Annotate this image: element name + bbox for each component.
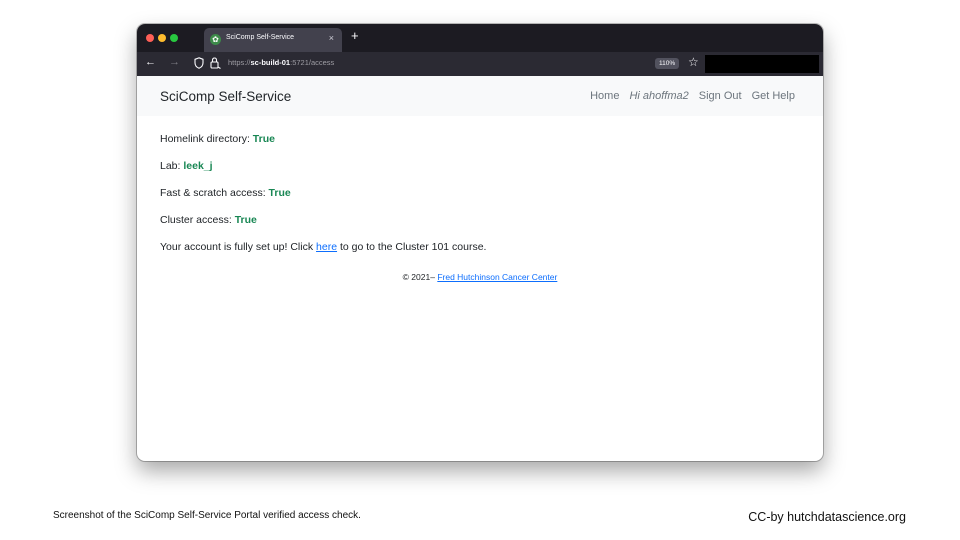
scratch-label: Fast & scratch access:: [160, 187, 266, 199]
org-link[interactable]: Fred Hutchinson Cancer Center: [437, 272, 557, 282]
slide-caption: Screenshot of the SciComp Self-Service P…: [53, 510, 361, 521]
address-bar[interactable]: https://sc-build-01:5721/access: [228, 58, 334, 67]
url-path: :5721/access: [290, 58, 335, 67]
homelink-value: True: [252, 133, 275, 145]
copyright-text: © 2021–: [402, 272, 435, 282]
homelink-label: Homelink directory:: [160, 133, 250, 145]
lab-label: Lab:: [160, 160, 181, 172]
cluster-course-link[interactable]: here: [316, 241, 337, 253]
browser-tab[interactable]: ✿ SciComp Self-Service ×: [204, 28, 342, 52]
maximize-window-button[interactable]: [170, 34, 178, 42]
browser-toolbar: ← → https://sc-build-01:5721/access 110%…: [137, 52, 823, 76]
forward-arrow-icon[interactable]: →: [169, 56, 180, 68]
nav-home-link[interactable]: Home: [590, 90, 619, 102]
back-arrow-icon[interactable]: ←: [145, 56, 156, 68]
tab-title: SciComp Self-Service: [226, 34, 295, 41]
bookmark-star-icon[interactable]: ☆: [688, 55, 699, 69]
new-tab-button[interactable]: +: [351, 29, 359, 43]
browser-window: ✿ SciComp Self-Service × + ← → https://s…: [137, 24, 823, 461]
zoom-level-badge[interactable]: 110%: [655, 58, 680, 69]
site-navbar: SciComp Self-Service Home Hi ahoffma2 Si…: [137, 76, 823, 116]
lab-row: Lab: leek_j: [160, 160, 213, 172]
nav-user-greeting: Hi ahoffma2: [629, 90, 689, 102]
lab-value: leek_j: [183, 160, 213, 172]
cluster-label: Cluster access:: [160, 214, 232, 226]
site-favicon-icon: ✿: [210, 34, 221, 45]
message-text-after: to go to the Cluster 101 course.: [339, 241, 487, 253]
nav-help-link[interactable]: Get Help: [752, 90, 795, 102]
cluster-row: Cluster access: True: [160, 214, 257, 226]
scratch-row: Fast & scratch access: True: [160, 187, 291, 199]
url-host: sc-build-01: [250, 58, 291, 67]
url-scheme: https://: [228, 58, 251, 67]
lock-icon[interactable]: [210, 57, 221, 69]
scratch-value: True: [268, 187, 291, 199]
site-nav-menu: Home Hi ahoffma2 Sign Out Get Help: [590, 90, 795, 102]
setup-message: Your account is fully set up! Click here…: [160, 241, 486, 253]
homelink-row: Homelink directory: True: [160, 133, 275, 145]
cluster-value: True: [234, 214, 257, 226]
tab-close-icon[interactable]: ×: [329, 33, 334, 43]
browser-titlebar: ✿ SciComp Self-Service × +: [137, 24, 823, 52]
close-window-button[interactable]: [146, 34, 154, 42]
nav-sign-out-link[interactable]: Sign Out: [699, 90, 742, 102]
minimize-window-button[interactable]: [158, 34, 166, 42]
message-text-before: Your account is fully set up! Click: [160, 241, 314, 253]
redacted-area: [705, 55, 819, 73]
slide-credit: CC-by hutchdatascience.org: [748, 510, 906, 524]
shield-icon[interactable]: [194, 57, 204, 69]
site-footer: © 2021– Fred Hutchinson Cancer Center: [137, 272, 823, 282]
site-brand-link[interactable]: SciComp Self-Service: [160, 89, 291, 104]
